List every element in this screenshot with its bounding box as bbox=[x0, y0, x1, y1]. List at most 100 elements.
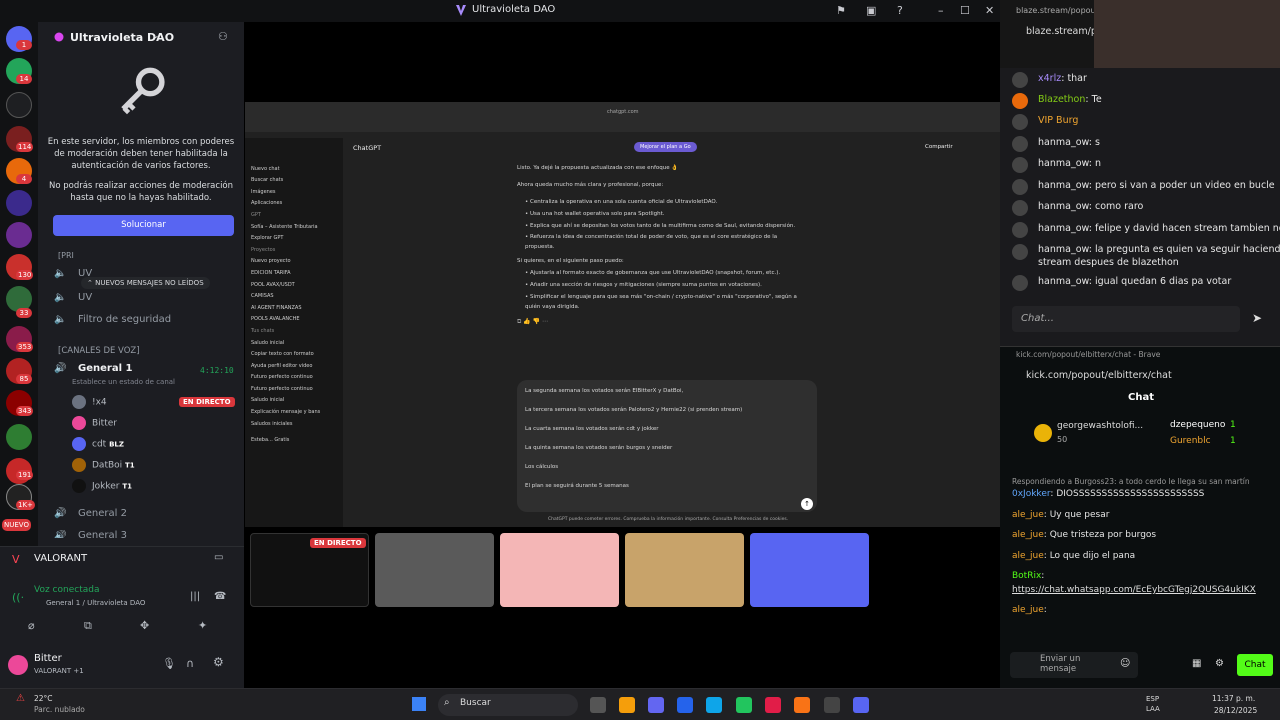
taskbar-search[interactable] bbox=[438, 694, 578, 716]
voice-user[interactable]: !x4 bbox=[72, 395, 107, 409]
new-unread-pill[interactable]: ⌃ NUEVOS MENSAJES NO LEÍDOS bbox=[81, 277, 210, 289]
gift-sub-icon[interactable]: ▦ bbox=[1192, 658, 1201, 669]
lang-indicator[interactable]: ESP bbox=[1146, 695, 1159, 703]
avatar[interactable] bbox=[8, 655, 28, 675]
gpt-model[interactable]: ChatGPT bbox=[353, 144, 381, 152]
gpt-sidebar-item[interactable]: Buscar chats bbox=[251, 177, 343, 183]
gpt-sidebar-item[interactable]: Saludos iniciales bbox=[251, 421, 343, 427]
gpt-sidebar-item[interactable]: Saludo inicial bbox=[251, 397, 343, 403]
noise-icon[interactable]: ||| bbox=[190, 591, 200, 602]
clock-date[interactable]: 28/12/2025 bbox=[1214, 706, 1257, 715]
gpt-sidebar-item[interactable]: AI AGENT FINANZAS bbox=[251, 305, 343, 311]
gpt-sidebar-item[interactable]: Nuevo chat bbox=[251, 166, 343, 172]
chat-user[interactable]: hanma_ow bbox=[1038, 276, 1089, 287]
chat-user[interactable]: Blazethon bbox=[1038, 94, 1085, 105]
gpt-sidebar-item[interactable]: Ayuda perfil editor video bbox=[251, 363, 343, 369]
stream-tile[interactable] bbox=[750, 533, 869, 607]
voice-user[interactable]: Bitter bbox=[72, 416, 117, 430]
headphones-icon[interactable]: ∩ bbox=[186, 657, 194, 670]
help-icon[interactable]: ? bbox=[897, 4, 903, 17]
soundboard-icon[interactable]: ✦ bbox=[198, 619, 207, 632]
lang-indicator-2[interactable]: LAA bbox=[1146, 705, 1160, 713]
gpt-actions[interactable]: ⧉ 👍 👎 ⋯ bbox=[517, 318, 548, 326]
app-icon[interactable] bbox=[794, 697, 810, 713]
minimize-icon[interactable]: – bbox=[938, 4, 944, 17]
app-icon[interactable] bbox=[853, 697, 869, 713]
gift-user[interactable]: Gurenblc bbox=[1170, 436, 1211, 446]
chevron-down-icon[interactable]: ⌄ bbox=[152, 31, 160, 41]
voice-channel-general-2[interactable]: 🔊 General 2 bbox=[54, 508, 127, 519]
send-icon[interactable]: ↑ bbox=[801, 498, 813, 510]
voice-user[interactable]: Jokker T1 bbox=[72, 479, 132, 493]
voice-category[interactable]: [CANALES DE VOZ] bbox=[58, 346, 140, 356]
app-icon[interactable] bbox=[765, 697, 781, 713]
mic-icon[interactable]: 🎙 bbox=[162, 657, 176, 670]
gpt-sidebar-item[interactable]: Saludo inicial bbox=[251, 340, 343, 346]
stream-tile[interactable] bbox=[500, 533, 619, 607]
kick-send-button[interactable]: Chat bbox=[1237, 654, 1273, 676]
voice-channel-general-1[interactable]: 🔊 General 1 bbox=[54, 363, 132, 374]
gpt-share-button[interactable]: Compartir bbox=[925, 144, 953, 150]
app-icon[interactable] bbox=[590, 697, 606, 713]
channel-security-filter[interactable]: 🔈 Filtro de seguridad bbox=[54, 314, 171, 325]
gpt-prompt-box[interactable]: La segunda semana los votados serán ElBi… bbox=[517, 380, 817, 512]
windows-start-icon[interactable] bbox=[412, 697, 426, 711]
settings-icon[interactable]: ⚙ bbox=[1215, 658, 1224, 669]
solve-button[interactable]: Solucionar bbox=[53, 215, 234, 236]
stream-tile[interactable] bbox=[875, 533, 994, 607]
gpt-sidebar-item[interactable]: Futuro perfecto continuo bbox=[251, 386, 343, 392]
server-icon[interactable] bbox=[6, 424, 32, 450]
app-icon[interactable] bbox=[824, 697, 840, 713]
gpt-user[interactable]: Esteba... Gratis bbox=[251, 437, 343, 443]
chat-user[interactable]: hanma_ow bbox=[1038, 158, 1089, 169]
voice-location[interactable]: General 1 / Ultravioleta DAO bbox=[46, 599, 145, 607]
chat-user[interactable]: ale_jue bbox=[1012, 530, 1044, 540]
inbox-icon[interactable]: ▣ bbox=[866, 4, 876, 17]
stream-tile[interactable] bbox=[375, 533, 494, 607]
chat-user[interactable]: ale_jue bbox=[1012, 551, 1044, 561]
stream-tile[interactable] bbox=[625, 533, 744, 607]
gpt-upgrade-button[interactable]: Mejorar el plan a Go bbox=[634, 142, 697, 152]
gpt-sidebar-item[interactable]: Copiar texto con formato bbox=[251, 351, 343, 357]
gpt-sidebar-item[interactable]: POOL AVAX/USDT bbox=[251, 282, 343, 288]
server-icon[interactable] bbox=[6, 190, 32, 216]
chat-user[interactable]: hanma_ow bbox=[1038, 223, 1089, 234]
disconnect-icon[interactable]: ☎ bbox=[214, 591, 226, 602]
settings-icon[interactable]: ⚙ bbox=[213, 655, 224, 669]
chat-user[interactable]: 0xJokker bbox=[1012, 489, 1050, 499]
gpt-sidebar-item[interactable]: Imágenes bbox=[251, 189, 343, 195]
app-icon[interactable] bbox=[706, 697, 722, 713]
channel-status-prompt[interactable]: Establece un estado de canal bbox=[72, 378, 175, 386]
app-icon[interactable] bbox=[677, 697, 693, 713]
channel-uv-1[interactable]: 🔈 UV bbox=[54, 268, 92, 279]
maximize-icon[interactable]: ☐ bbox=[960, 4, 970, 17]
activities-icon[interactable]: ✥ bbox=[140, 619, 149, 632]
voice-channel-general-3[interactable]: 🔊 General 3 bbox=[54, 530, 127, 538]
gpt-sidebar-item[interactable]: Sofía – Asistente Tributaria bbox=[251, 224, 343, 230]
gift-user[interactable]: dzepequeno bbox=[1170, 420, 1225, 430]
screenshare-view[interactable]: chatgpt.com Nuevo chat Buscar chats Imág… bbox=[245, 102, 1000, 527]
chat-link[interactable]: https://chat.whatsapp.com/EcEybcGTegj2QU… bbox=[1012, 585, 1256, 595]
gpt-sidebar-item[interactable]: Nuevo proyecto bbox=[251, 258, 343, 264]
share-screen-icon[interactable]: ⧉ bbox=[84, 619, 92, 633]
gpt-sidebar-item[interactable]: POOLS AVALANCHE bbox=[251, 316, 343, 322]
category-label[interactable]: [PRI bbox=[58, 251, 74, 260]
send-icon[interactable]: ➤ bbox=[1252, 311, 1262, 325]
voice-user[interactable]: cdt BLZ bbox=[72, 437, 124, 451]
flag-icon[interactable]: ⚑ bbox=[836, 4, 846, 17]
app-icon[interactable] bbox=[736, 697, 752, 713]
gpt-sidebar-item[interactable]: EDICION TARIFA bbox=[251, 270, 343, 276]
server-icon[interactable] bbox=[6, 92, 32, 118]
close-icon[interactable]: ✕ bbox=[985, 4, 994, 17]
chat-user[interactable]: hanma_ow bbox=[1038, 201, 1089, 212]
clock-time[interactable]: 11:37 p. m. bbox=[1212, 694, 1255, 703]
chat-user[interactable]: ale_jue bbox=[1012, 605, 1044, 615]
chat-user[interactable]: hanma_ow bbox=[1038, 180, 1089, 191]
app-icon[interactable] bbox=[619, 697, 635, 713]
gpt-sidebar-item[interactable]: Explicación mensaje y bans bbox=[251, 409, 343, 415]
chat-user[interactable]: hanma_ow bbox=[1038, 244, 1089, 255]
channel-uv-2[interactable]: 🔈 UV bbox=[54, 292, 92, 303]
gpt-sidebar-item[interactable]: CAMISAS bbox=[251, 293, 343, 299]
emote-icon[interactable]: ☺ bbox=[1120, 658, 1130, 669]
gifter-name[interactable]: georgewashtolofi... bbox=[1057, 421, 1143, 431]
